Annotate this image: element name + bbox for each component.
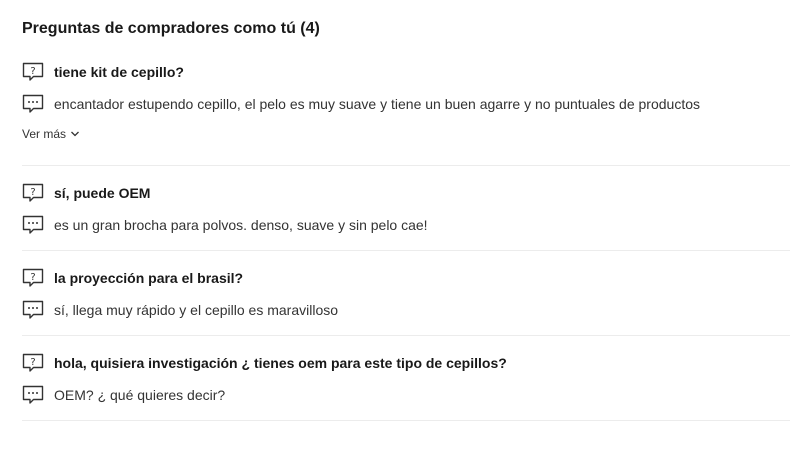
question-bubble-icon: ? xyxy=(22,353,44,373)
answer-text: encantador estupendo cepillo, el pelo es… xyxy=(54,96,700,112)
question-bubble-icon: ? xyxy=(22,268,44,288)
svg-text:?: ? xyxy=(30,357,35,368)
svg-text:?: ? xyxy=(30,66,35,77)
answer-bubble-icon xyxy=(22,300,44,320)
question-row: ? la proyección para el brasil? xyxy=(22,268,243,288)
answer-bubble-icon xyxy=(22,215,44,235)
chevron-down-icon xyxy=(71,131,79,137)
answer-row: sí, llega muy rápido y el cepillo es mar… xyxy=(22,300,338,320)
svg-text:?: ? xyxy=(30,187,35,198)
question-bubble-icon: ? xyxy=(22,183,44,203)
answer-bubble-icon xyxy=(22,94,44,114)
see-more-button[interactable]: Ver más xyxy=(22,127,80,141)
answer-row: es un gran brocha para polvos. denso, su… xyxy=(22,215,428,235)
divider xyxy=(22,335,790,336)
answer-row: OEM? ¿ qué quieres decir? xyxy=(22,385,225,405)
question-text: hola, quisiera investigación ¿ tienes oe… xyxy=(54,355,507,371)
question-row: ? hola, quisiera investigación ¿ tienes … xyxy=(22,353,507,373)
answer-bubble-icon xyxy=(22,385,44,405)
question-row: ? sí, puede OEM xyxy=(22,183,150,203)
section-title: Preguntas de compradores como tú (4) xyxy=(22,20,320,37)
question-text: tiene kit de cepillo? xyxy=(54,64,184,80)
divider xyxy=(22,165,790,166)
answer-row: encantador estupendo cepillo, el pelo es… xyxy=(22,94,700,114)
divider xyxy=(22,420,790,421)
question-text: la proyección para el brasil? xyxy=(54,270,244,286)
answer-text: sí, llega muy rápido y el cepillo es mar… xyxy=(54,302,339,318)
divider xyxy=(22,250,790,251)
answer-text: es un gran brocha para polvos. denso, su… xyxy=(54,217,428,233)
question-text: sí, puede OEM xyxy=(54,185,151,201)
question-bubble-icon: ? xyxy=(22,62,44,82)
svg-text:?: ? xyxy=(30,272,35,283)
answer-text: OEM? ¿ qué quieres decir? xyxy=(54,387,226,403)
see-more-label: Ver más xyxy=(22,127,67,141)
question-row: ? tiene kit de cepillo? xyxy=(22,62,184,82)
